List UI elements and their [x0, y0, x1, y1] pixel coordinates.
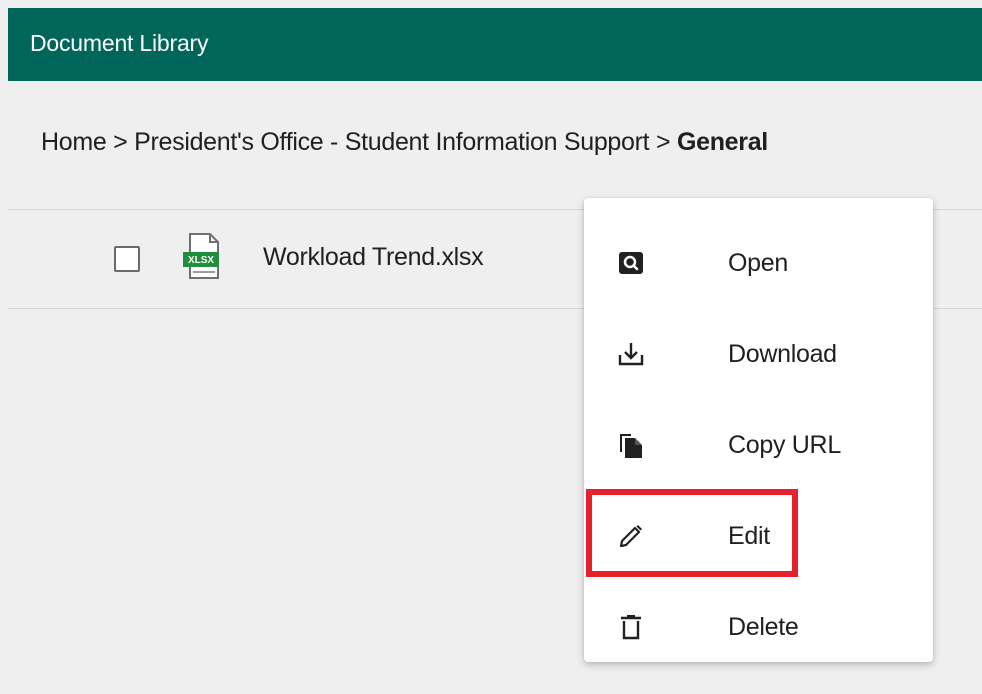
download-icon [618, 341, 644, 367]
breadcrumb-home[interactable]: Home [41, 128, 107, 156]
menu-item-copy-url[interactable]: Copy URL [584, 399, 933, 491]
context-menu: Open Download Copy URL Edit Delete [584, 198, 933, 662]
menu-item-open[interactable]: Open [584, 217, 933, 309]
app-header: Document Library [8, 8, 982, 81]
menu-item-label: Open [728, 249, 788, 277]
copy-icon [618, 432, 644, 458]
search-icon [618, 250, 644, 276]
menu-item-label: Download [728, 340, 837, 368]
breadcrumb-separator: > [113, 128, 128, 156]
breadcrumb: Home > President's Office - Student Info… [41, 128, 768, 157]
xlsx-icon-text: XLSX [188, 255, 214, 266]
breadcrumb-current: General [676, 128, 768, 156]
breadcrumb-separator: > [655, 128, 671, 156]
file-select-checkbox[interactable] [114, 246, 140, 272]
menu-item-label: Copy URL [728, 431, 841, 459]
menu-item-download[interactable]: Download [584, 308, 933, 400]
trash-icon [618, 614, 644, 640]
pencil-icon [618, 523, 644, 549]
menu-item-edit[interactable]: Edit [584, 490, 933, 582]
breadcrumb-presidents-office[interactable]: President's Office - Student Information… [134, 128, 650, 156]
xlsx-file-icon: XLSX [180, 231, 226, 283]
file-name[interactable]: Workload Trend.xlsx [263, 243, 484, 272]
header-title: Document Library [30, 30, 209, 56]
menu-item-label: Edit [728, 522, 770, 550]
document-library-app: Document Library Home > President's Offi… [0, 0, 982, 694]
menu-item-delete[interactable]: Delete [584, 581, 933, 673]
menu-item-label: Delete [728, 613, 799, 641]
